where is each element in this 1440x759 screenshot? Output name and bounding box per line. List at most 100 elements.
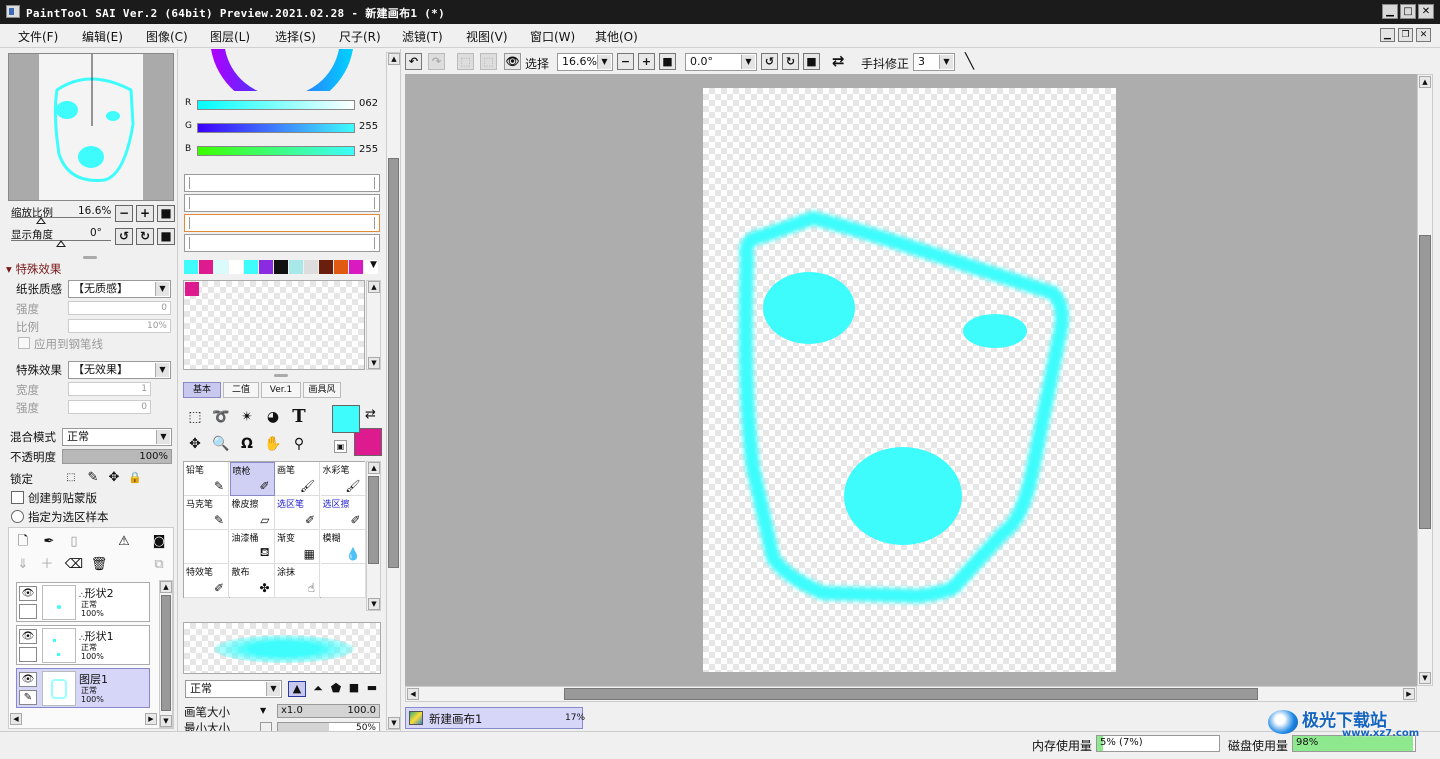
layer-row[interactable]: 👁 ⛬形状2 正常 100% (16, 582, 150, 622)
brush-shape-cone[interactable]: ▲ (288, 681, 306, 697)
zoom-in-button[interactable]: + (136, 205, 154, 222)
swap-colors-icon[interactable]: ⇄ (365, 407, 376, 422)
scratchpad-scrollbar[interactable]: ▲ ▼ (366, 280, 381, 370)
canvas-tab[interactable]: 新建画布1 17% (405, 707, 585, 729)
transparent-color-icon[interactable]: ▣ (334, 440, 347, 453)
hand-icon[interactable]: ✋ (261, 432, 285, 456)
r-slider[interactable] (197, 100, 355, 110)
brush-item[interactable]: 渐变 ▦ (275, 530, 320, 564)
canvas-viewport[interactable] (405, 74, 1417, 686)
effects-header[interactable]: ▾ 特殊效果 (6, 261, 61, 277)
mdi-restore-button[interactable]: ❐ (1398, 28, 1413, 42)
straight-line-icon[interactable]: ╲ (965, 52, 974, 70)
menu-window[interactable]: 窗口(W) (530, 28, 575, 45)
zoom-reset-button[interactable]: ■ (157, 205, 175, 222)
scroll-right-icon[interactable]: ▶ (145, 713, 157, 725)
lock-move-icon[interactable]: ✥ (104, 468, 124, 488)
color-swatch[interactable] (244, 260, 258, 274)
b-slider[interactable] (197, 146, 355, 156)
angle-slider-handle[interactable] (56, 240, 66, 247)
width-field[interactable]: 1 (68, 382, 151, 396)
layer-effect-icon[interactable]: ⚠ (114, 532, 134, 552)
primary-color[interactable] (332, 405, 360, 433)
layer-scroll-thumb[interactable] (161, 595, 171, 711)
brush-item[interactable]: 油漆桶 ⛾ (229, 530, 275, 564)
brush-item[interactable]: 喷枪 ✐ (229, 462, 275, 496)
move-icon[interactable]: ✥ (183, 432, 207, 456)
zoom-icon[interactable]: 🔍 (209, 432, 233, 456)
rotate-view-icon[interactable]: Ω (235, 432, 259, 456)
pressure-icon[interactable] (260, 722, 272, 731)
scroll-up-icon[interactable]: ▲ (368, 281, 380, 293)
eyedropper-icon[interactable]: ⚲ (287, 432, 311, 456)
lock-transparency-icon[interactable]: ⬚ (61, 468, 81, 488)
toolbar-rotate-right-button[interactable]: ↻ (782, 53, 799, 70)
brush-size-bar[interactable]: x1.0 100.0 (277, 704, 380, 718)
eye-icon[interactable]: 👁 (19, 586, 37, 601)
scroll-up-icon[interactable]: ▲ (1419, 76, 1431, 88)
color-swatch[interactable] (289, 260, 303, 274)
navigator-preview[interactable] (8, 53, 174, 201)
merge-down-icon[interactable]: ⇓ (13, 555, 33, 575)
scroll-down-icon[interactable]: ▼ (1419, 672, 1431, 684)
toolbar-zoom-out-button[interactable]: − (617, 53, 634, 70)
brush-item[interactable]: 选区笔 ✐ (275, 496, 320, 530)
chevron-down-icon[interactable]: ▼ (260, 706, 266, 715)
eye-icon[interactable]: 👁 (19, 629, 37, 644)
scroll-down-icon[interactable]: ▼ (368, 598, 380, 610)
text-tool-icon[interactable]: T (287, 405, 311, 429)
color-swatch[interactable] (274, 260, 288, 274)
strength2-field[interactable]: 0 (68, 400, 151, 414)
brush-item[interactable]: 涂抹 ☝ (275, 564, 320, 598)
tab-ver1[interactable]: Ver.1 (261, 382, 301, 398)
layer-select-box[interactable] (19, 604, 37, 619)
brush-scroll-thumb[interactable] (368, 476, 379, 564)
panel-splitter[interactable] (274, 374, 288, 377)
rotate-right-button[interactable]: ↻ (136, 228, 154, 245)
maximize-button[interactable]: □ (1400, 4, 1416, 19)
new-folder-icon[interactable]: ▯ (64, 532, 84, 552)
scroll-down-icon[interactable]: ▼ (368, 357, 380, 369)
rotate-left-button[interactable]: ↺ (115, 228, 133, 245)
brush-item[interactable]: 马克笔 ✎ (184, 496, 229, 530)
canvas-vscrollbar[interactable]: ▲ ▼ (1417, 74, 1433, 686)
lock-all-icon[interactable]: 🔒 (125, 468, 145, 488)
select-toggle-label[interactable]: 选择 (525, 55, 549, 72)
scratch-swatch[interactable] (185, 282, 199, 296)
menu-ruler[interactable]: 尺子(R) (339, 28, 381, 45)
brush-scrollbar[interactable]: ▲ ▼ (366, 461, 381, 611)
brush-item[interactable]: 橡皮擦 ▱ (229, 496, 275, 530)
menu-view[interactable]: 视图(V) (466, 28, 508, 45)
color-swatch[interactable] (199, 260, 213, 274)
brush-mode-select[interactable]: 正常 ▼ (185, 680, 282, 698)
g-slider[interactable] (197, 123, 355, 133)
scratchpad[interactable] (183, 280, 365, 370)
flip-horizontal-icon[interactable]: ⇄ (832, 52, 845, 70)
layer-row[interactable]: 👁 ✎ 图层1 正常 100% (16, 668, 150, 708)
magic-wand-icon[interactable]: ✴ (235, 405, 259, 429)
scroll-up-icon[interactable]: ▲ (388, 53, 400, 65)
toolbar-zoom-in-button[interactable]: + (638, 53, 655, 70)
apply-pen-checkbox[interactable] (18, 337, 30, 349)
undo-button[interactable]: ↶ (405, 53, 422, 70)
canvas-vscroll-thumb[interactable] (1419, 235, 1431, 529)
layer-row[interactable]: 👁 ⛬形状1 正常 100% (16, 625, 150, 665)
scroll-left-icon[interactable]: ◀ (10, 713, 22, 725)
apply-mask-icon[interactable]: ⧉ (149, 555, 169, 575)
color-swatch[interactable] (184, 260, 198, 274)
color-swatch[interactable] (334, 260, 348, 274)
effect-select[interactable]: 【无效果】 ▼ (68, 361, 171, 379)
panel-scrollbar[interactable]: ▲ ▼ (386, 52, 401, 730)
color-swatch[interactable] (304, 260, 318, 274)
transfer-down-icon[interactable]: ＋ (37, 555, 57, 575)
panel-scroll-thumb[interactable] (388, 158, 399, 568)
layer-list-scrollbar[interactable]: ▲ ▼ (159, 580, 173, 728)
color-swatch[interactable] (214, 260, 228, 274)
invert-selection-button[interactable]: ⬚ (480, 53, 497, 70)
color-swatch[interactable] (229, 260, 243, 274)
brush-shape-wide[interactable]: ▬ (363, 681, 381, 697)
eye-icon[interactable]: 👁 (504, 53, 521, 70)
deselect-button[interactable]: ⬚ (457, 53, 474, 70)
selection-sample-radio[interactable] (11, 510, 24, 523)
toolbar-zoom-reset-button[interactable]: ■ (659, 53, 676, 70)
